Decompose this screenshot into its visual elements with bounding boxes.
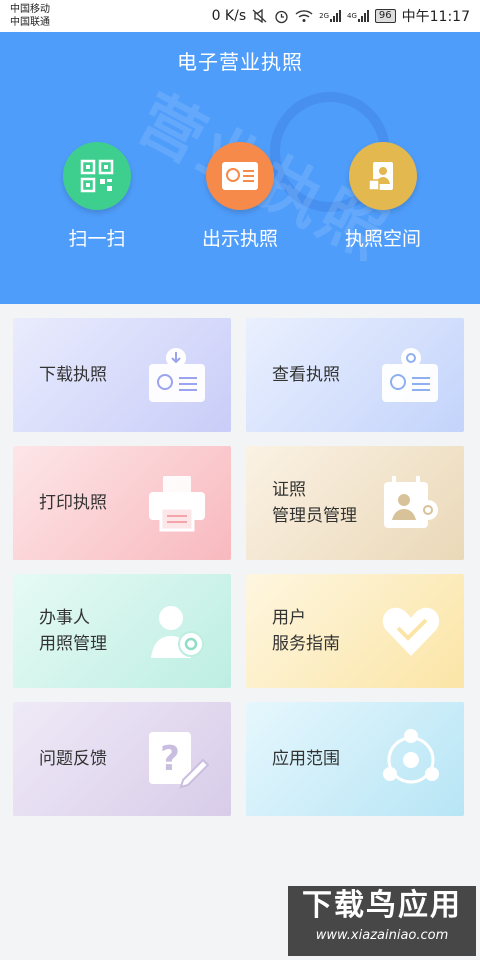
feedback-question-icon: ? (147, 728, 210, 790)
wifi-icon (295, 9, 313, 23)
card-view-license[interactable]: 查看执照 (246, 318, 464, 432)
card-admin-management[interactable]: 证照 管理员管理 (246, 446, 464, 560)
card-download-license[interactable]: 下载执照 (13, 318, 231, 432)
header-banner: 营业执照 电子营业执照 扫一扫 (0, 32, 480, 304)
quick-action-license-space[interactable]: 执照空间 (313, 142, 453, 251)
page-title: 电子营业执照 (177, 50, 303, 74)
status-icons: 0 K/s 2G 4G 96 中午11:17 (212, 6, 470, 26)
card-label: 打印执照 (39, 493, 107, 513)
card-feedback[interactable]: 问题反馈 ? (13, 702, 231, 816)
quick-action-scan[interactable]: 扫一扫 (27, 142, 167, 251)
card-label: 应用范围 (272, 749, 340, 769)
alarm-icon (274, 9, 289, 24)
quick-action-show-license[interactable]: 出示执照 (170, 142, 310, 251)
status-bar: 中国移动 中国联通 0 K/s 2G 4G 96 中午11:17 (0, 0, 480, 32)
heart-guide-icon (380, 600, 442, 662)
download-license-icon (147, 344, 209, 406)
admin-management-icon (380, 472, 442, 534)
signal-2g-icon: 2G (319, 10, 342, 22)
license-card-icon[interactable] (206, 142, 274, 210)
network-type-1: 2G (319, 12, 330, 20)
site-watermark-url: www.xiazainiao.com (315, 928, 449, 943)
site-watermark: 下载鸟应用 www.xiazainiao.com (288, 886, 476, 956)
signal-4g-icon: 4G (347, 10, 369, 22)
svg-text:?: ? (160, 739, 180, 779)
card-label: 证照 管理员管理 (272, 480, 357, 526)
carrier-1: 中国移动 (10, 4, 50, 15)
battery-icon: 96 (374, 9, 396, 23)
view-license-icon (380, 344, 442, 406)
qr-code-icon[interactable] (63, 142, 131, 210)
site-watermark-title: 下载鸟应用 (302, 888, 462, 923)
scope-share-icon (380, 728, 442, 790)
carrier-2: 中国联通 (10, 17, 50, 28)
printer-icon (147, 472, 209, 534)
card-agent-management[interactable]: 办事人 用照管理 (13, 574, 231, 688)
card-label: 办事人 用照管理 (39, 608, 107, 654)
network-speed: 0 K/s (211, 8, 247, 24)
license-space-icon[interactable] (349, 142, 417, 210)
clock: 中午11:17 (401, 9, 470, 25)
card-label: 查看执照 (272, 365, 340, 385)
card-label: 用户 服务指南 (272, 608, 340, 654)
card-service-guide[interactable]: 用户 服务指南 (246, 574, 464, 688)
agent-settings-icon (147, 600, 209, 662)
card-app-scope[interactable]: 应用范围 (246, 702, 464, 816)
quick-action-label: 扫一扫 (68, 228, 126, 250)
card-label: 下载执照 (39, 365, 107, 385)
carrier-info: 中国移动 中国联通 (10, 3, 50, 29)
quick-action-label: 出示执照 (201, 228, 278, 250)
card-print-license[interactable]: 打印执照 (13, 446, 231, 560)
mute-icon (252, 9, 268, 23)
card-label: 问题反馈 (39, 749, 107, 769)
network-type-2: 4G (347, 12, 357, 20)
quick-action-label: 执照空间 (344, 228, 421, 250)
